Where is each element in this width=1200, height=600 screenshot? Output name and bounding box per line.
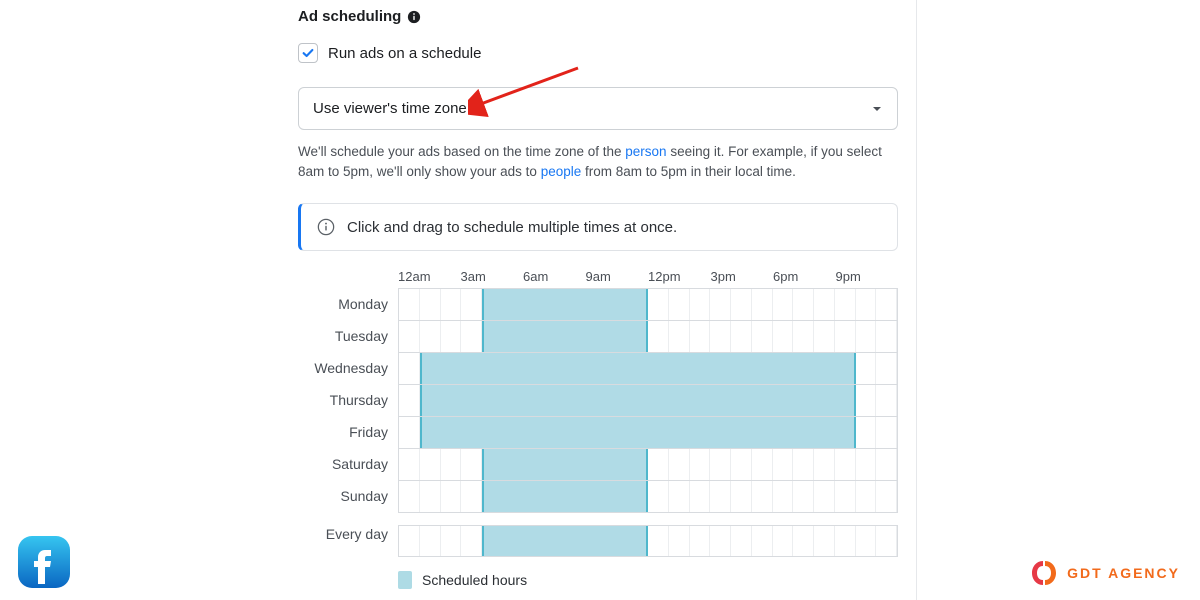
schedule-hour-labels: 12am 3am 6am 9am 12pm 3pm 6pm 9pm <box>298 269 898 284</box>
gdt-text: GDT AGENCY <box>1067 565 1180 581</box>
hour-label: 9pm <box>836 269 899 284</box>
section-title: Ad scheduling <box>298 8 401 25</box>
scheduled-block[interactable] <box>420 385 856 416</box>
schedule-legend: Scheduled hours <box>398 571 898 589</box>
schedule-row-tuesday[interactable] <box>399 321 897 353</box>
schedule-row-monday[interactable] <box>399 289 897 321</box>
day-label: Every day <box>298 524 398 544</box>
scheduled-block[interactable] <box>482 449 648 480</box>
scheduled-block[interactable] <box>482 289 648 320</box>
hour-label: 9am <box>586 269 649 284</box>
gdt-mark-icon <box>1029 558 1059 588</box>
day-label: Tuesday <box>298 320 398 352</box>
timezone-select[interactable]: Use viewer's time zone <box>298 87 898 130</box>
hour-label: 6am <box>523 269 586 284</box>
schedule-grid-rows <box>398 288 898 557</box>
gdt-agency-logo: GDT AGENCY <box>1029 558 1180 588</box>
schedule-row-wednesday[interactable] <box>399 353 897 385</box>
schedule-grid: 12am 3am 6am 9am 12pm 3pm 6pm 9pm Monday… <box>298 269 898 589</box>
schedule-body: Monday Tuesday Wednesday Thursday Friday… <box>298 288 898 557</box>
hour-label: 12am <box>398 269 461 284</box>
scheduled-block[interactable] <box>482 526 648 556</box>
caret-down-icon <box>871 103 883 115</box>
scheduled-block[interactable] <box>482 481 648 512</box>
schedule-row-friday[interactable] <box>399 417 897 449</box>
legend-swatch <box>398 571 412 589</box>
info-circle-icon <box>317 218 335 236</box>
day-label: Sunday <box>298 480 398 512</box>
run-schedule-checkbox[interactable] <box>298 43 318 63</box>
schedule-row-saturday[interactable] <box>399 449 897 481</box>
scheduled-block[interactable] <box>420 353 856 384</box>
drag-hint-text: Click and drag to schedule multiple time… <box>347 219 677 236</box>
scheduled-block[interactable] <box>420 417 856 448</box>
schedule-day-labels: Monday Tuesday Wednesday Thursday Friday… <box>298 288 398 557</box>
facebook-logo <box>14 532 74 592</box>
run-schedule-label: Run ads on a schedule <box>328 45 481 62</box>
day-label: Thursday <box>298 384 398 416</box>
section-title-row: Ad scheduling <box>298 8 898 25</box>
timezone-select-value: Use viewer's time zone <box>313 100 467 117</box>
hour-label: 12pm <box>648 269 711 284</box>
hour-label: 3pm <box>711 269 774 284</box>
scheduled-block[interactable] <box>482 321 648 352</box>
hour-label: 6pm <box>773 269 836 284</box>
hour-label: 3am <box>461 269 524 284</box>
legend-label: Scheduled hours <box>422 572 527 588</box>
schedule-row-sunday[interactable] <box>399 481 897 513</box>
ad-scheduling-panel: Ad scheduling Run ads on a schedule Use … <box>298 0 898 589</box>
panel-divider <box>916 0 917 600</box>
person-link[interactable]: person <box>625 144 666 159</box>
day-label: Saturday <box>298 448 398 480</box>
help-part1: We'll schedule your ads based on the tim… <box>298 144 625 159</box>
timezone-help-text: We'll schedule your ads based on the tim… <box>298 142 898 181</box>
run-schedule-row: Run ads on a schedule <box>298 43 898 63</box>
day-label: Monday <box>298 288 398 320</box>
schedule-row-thursday[interactable] <box>399 385 897 417</box>
day-label: Wednesday <box>298 352 398 384</box>
people-link[interactable]: people <box>541 164 582 179</box>
drag-hint-banner: Click and drag to schedule multiple time… <box>298 203 898 251</box>
day-label: Friday <box>298 416 398 448</box>
help-part3: from 8am to 5pm in their local time. <box>581 164 796 179</box>
schedule-row-everyday[interactable] <box>398 525 898 557</box>
info-icon[interactable] <box>407 10 421 24</box>
